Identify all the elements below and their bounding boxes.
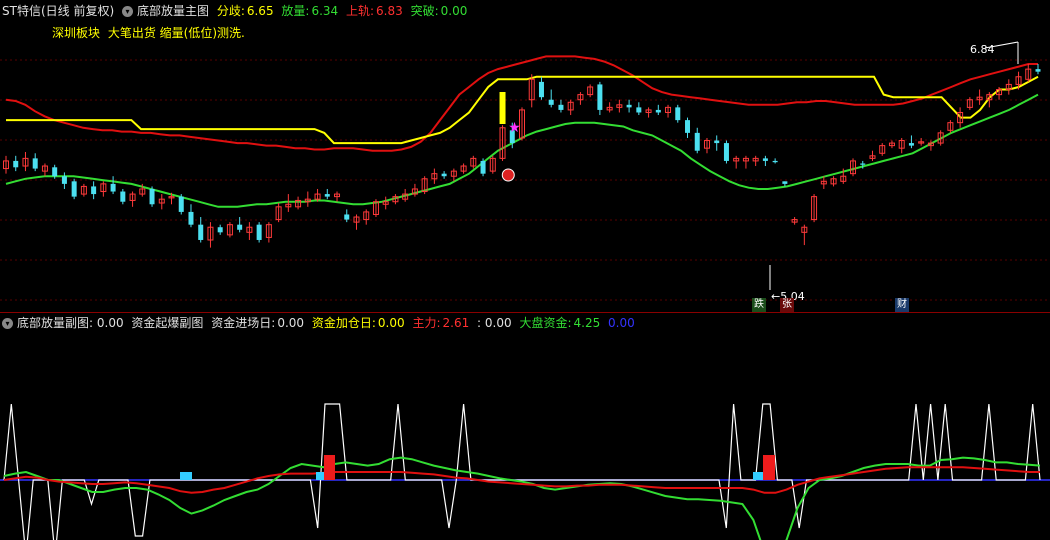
candle-body <box>13 160 19 168</box>
shanggui-label: 上轨: <box>346 4 375 18</box>
sub-n3: 资金进场日: <box>211 316 276 330</box>
sub-v7: 4.25 <box>573 316 601 330</box>
panel-separator[interactable] <box>0 312 1050 313</box>
candle-body <box>636 107 642 113</box>
sub-indicator-name[interactable]: 底部放量副图 <box>17 316 89 330</box>
sub-indicator-chart[interactable] <box>0 334 1050 540</box>
sub-v5: 2.61 <box>442 316 470 330</box>
candle-body <box>655 109 661 113</box>
candle-body <box>714 140 720 144</box>
sub-n5: 主力: <box>412 316 441 330</box>
candle-body <box>324 194 330 197</box>
candle-body <box>908 143 914 146</box>
sub-n2: 资金起爆副图 <box>131 316 204 330</box>
sub-v8: 0.00 <box>608 316 635 330</box>
candle-body <box>110 183 116 192</box>
candle-body <box>120 191 126 202</box>
candle-body <box>548 99 554 105</box>
sub-series-line <box>3 403 1041 540</box>
candle-body <box>1035 69 1041 72</box>
sub-header: ▾ 底部放量副图: 0.00 资金起爆副图 资金进场日: 0.00 资金加仓日: 0.… <box>2 314 639 332</box>
red-bar <box>763 455 775 480</box>
candle-body <box>178 196 184 212</box>
candle-body <box>32 158 38 169</box>
main-header: ST特信(日线 前复权) ▾ 底部放量主图 分歧: 6.65 放量: 6.34 上轨:… <box>2 2 471 20</box>
candle-body <box>188 211 194 225</box>
fangliang-value: 6.34 <box>311 4 339 18</box>
candle-body <box>480 160 486 174</box>
candle-body <box>256 224 262 240</box>
sub-n4: 资金加仓日: <box>311 316 376 330</box>
sub-v3: 0.00 <box>277 316 305 330</box>
candle-body <box>71 181 77 197</box>
candle-body <box>441 173 447 177</box>
tupo-value: 0.00 <box>440 4 468 18</box>
fenqi-label: 分歧: <box>216 4 245 18</box>
candle-body <box>694 132 700 151</box>
candle-body <box>782 181 788 184</box>
candle-body <box>217 227 223 233</box>
candle-body <box>723 143 729 161</box>
fangliang-label: 放量: <box>281 4 310 18</box>
red-bar <box>324 455 335 480</box>
candle-body <box>344 214 350 220</box>
candle-body <box>198 224 204 240</box>
candle-body <box>237 224 243 230</box>
cyan-bar <box>316 472 324 480</box>
main-price-chart[interactable]: ★ <box>0 20 1050 312</box>
stock-title[interactable]: ST特信(日线 前复权) <box>2 4 114 18</box>
candle-body <box>675 107 681 121</box>
collapse-icon[interactable]: ▾ <box>121 6 133 17</box>
mark-zhang: 张 <box>780 298 794 312</box>
candle-body <box>149 188 155 205</box>
candle-body <box>538 81 544 98</box>
breakout-bar <box>499 92 506 124</box>
candle-body <box>626 104 632 108</box>
candle-body <box>772 160 778 163</box>
candle-body <box>685 120 691 133</box>
main-indicator-name[interactable]: 底部放量主图 <box>137 4 209 18</box>
sub-n7: 大盘资金: <box>519 316 572 330</box>
tupo-label: 突破: <box>410 4 439 18</box>
sub-v4: 0.00 <box>377 316 405 330</box>
signal-ball-icon <box>501 168 515 182</box>
candle-body <box>91 186 97 195</box>
candle-body <box>860 163 866 165</box>
cyan-bar <box>180 472 192 480</box>
mark-cai: 财 <box>895 298 909 312</box>
candle-body <box>52 167 58 177</box>
sub-v6: : 0.00 <box>477 316 512 330</box>
high-label: 6.84 <box>970 43 995 56</box>
star-icon: ★ <box>508 120 521 136</box>
shanggui-value: 6.83 <box>376 4 403 18</box>
collapse-icon[interactable]: ▾ <box>2 318 13 329</box>
sub-v1: : 0.00 <box>89 316 124 330</box>
mark-die: 跌 <box>752 298 766 312</box>
candle-body <box>597 84 603 110</box>
cyan-bar <box>753 472 763 480</box>
candle-body <box>61 176 67 184</box>
candle-body <box>762 158 768 161</box>
fenqi-value: 6.65 <box>246 4 274 18</box>
candle-body <box>558 104 564 110</box>
